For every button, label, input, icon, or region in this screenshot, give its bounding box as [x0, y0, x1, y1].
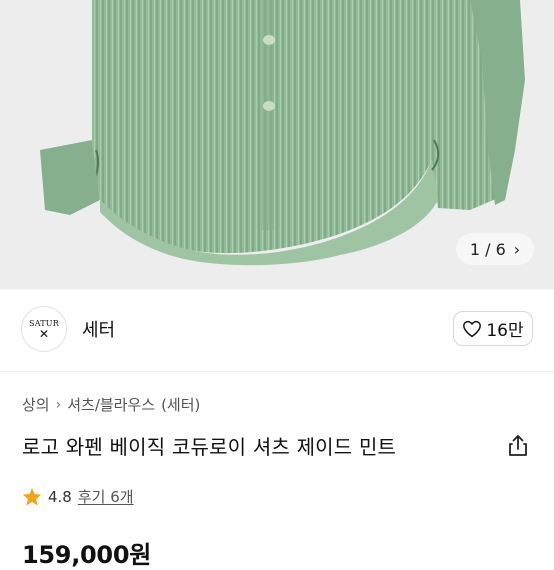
breadcrumb-item-shirts[interactable]: 셔츠/블라우스: [67, 394, 155, 415]
rating-value: 4.8: [48, 487, 72, 506]
breadcrumb-brand[interactable]: (세터): [161, 394, 200, 415]
star-icon: [22, 487, 42, 506]
product-image-gallery[interactable]: 1 / 6 ›: [0, 0, 554, 289]
breadcrumb-item-top[interactable]: 상의: [22, 394, 50, 415]
chevron-right-icon: ›: [513, 239, 521, 259]
breadcrumb: 상의 › 셔츠/블라우스 (세터): [22, 394, 200, 415]
product-price: 159,000원: [22, 541, 151, 569]
seller-row: SATUR ✕ 세터 16만: [0, 300, 554, 360]
seller-name[interactable]: 세터: [82, 316, 115, 342]
seller-avatar[interactable]: SATUR ✕: [21, 306, 67, 352]
image-counter[interactable]: 1 / 6 ›: [456, 233, 534, 265]
rating-row: 4.8 후기 6개: [22, 486, 134, 507]
section-divider: [0, 371, 554, 372]
heart-outline-icon: [463, 320, 482, 337]
seller-logo-mark-icon: ✕: [38, 326, 50, 341]
image-counter-text: 1 / 6: [469, 239, 506, 259]
reviews-link[interactable]: 후기 6개: [78, 486, 134, 507]
product-title: 로고 와펜 베이직 코듀로이 셔츠 제이드 민트: [22, 435, 397, 459]
like-count: 16만: [486, 321, 524, 341]
share-button[interactable]: [505, 433, 531, 459]
chevron-right-icon: ›: [55, 396, 62, 413]
like-button[interactable]: 16만: [453, 311, 533, 346]
share-icon: [509, 435, 527, 456]
